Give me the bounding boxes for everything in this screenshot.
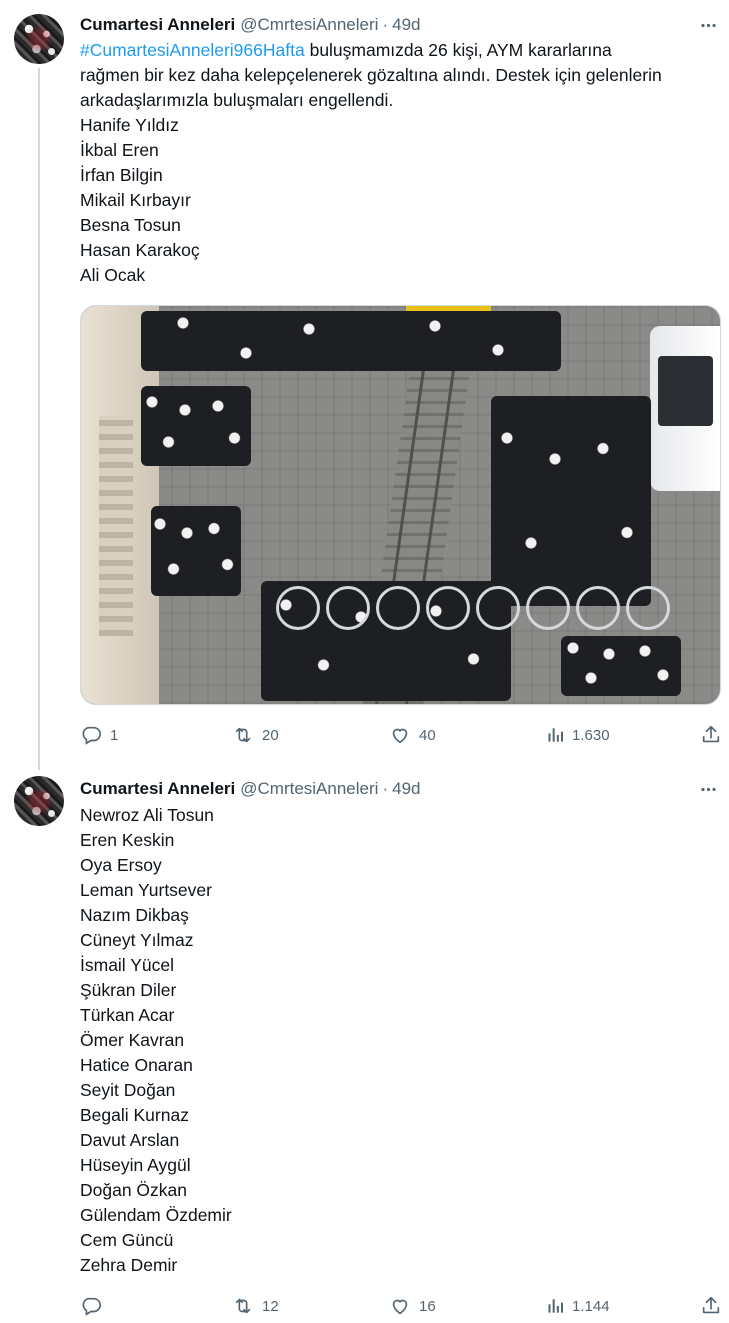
name-list-item: Besna Tosun xyxy=(80,215,181,235)
thread-connector-line xyxy=(38,68,40,770)
more-icon[interactable] xyxy=(697,778,719,800)
heart-icon xyxy=(389,1295,411,1317)
retweet-count: 12 xyxy=(262,1297,279,1315)
reply-icon xyxy=(80,1295,102,1317)
heart-icon xyxy=(389,724,411,746)
name-list-item: Leman Yurtsever xyxy=(80,880,212,900)
name-list-item: Türkan Acar xyxy=(80,1005,175,1025)
more-icon[interactable] xyxy=(697,14,719,36)
name-list-item: Cüneyt Yılmaz xyxy=(80,930,194,950)
name-list-item: Seyit Doğan xyxy=(80,1080,176,1100)
name-list-item: Newroz Ali Tosun xyxy=(80,805,214,825)
retweet-button[interactable]: 12 xyxy=(232,1294,279,1318)
name-list-item: Şükran Diler xyxy=(80,980,177,1000)
name-list-item: Hatice Onaran xyxy=(80,1055,193,1075)
photo-police-group xyxy=(491,396,651,606)
photo-bus xyxy=(650,326,720,491)
share-button[interactable] xyxy=(700,1294,722,1318)
tweet[interactable]: Cumartesi Anneleri @CmrtesiAnneleri · 49… xyxy=(0,0,729,770)
views-chart-icon xyxy=(546,1296,566,1316)
name-list-item: İrfan Bilgin xyxy=(80,165,163,185)
photo-street-decoration xyxy=(276,576,676,646)
tweet-text: Newroz Ali Tosun Eren Keskin Oya Ersoy L… xyxy=(80,803,716,1278)
like-count: 16 xyxy=(419,1297,436,1315)
tweet-text-line: arkadaşlarımızla buluşmaları engellendi. xyxy=(80,90,394,110)
tweet-text-line-0: #CumartesiAnneleri966Hafta buluşmamızda … xyxy=(80,38,716,63)
author-handle[interactable]: @CmrtesiAnneleri xyxy=(240,779,378,799)
tweet-photo[interactable] xyxy=(80,305,721,705)
photo-police-group xyxy=(141,386,251,466)
name-list-item: Eren Keskin xyxy=(80,830,175,850)
share-button[interactable] xyxy=(700,723,722,747)
name-list-item: Begali Kurnaz xyxy=(80,1105,189,1125)
separator-dot: · xyxy=(382,15,389,34)
name-list-item: Ömer Kavran xyxy=(80,1030,185,1050)
name-list-item: Hüseyin Aygül xyxy=(80,1155,191,1175)
name-list-item: Gülendam Özdemir xyxy=(80,1205,232,1225)
name-list-item: İkbal Eren xyxy=(80,140,159,160)
tweet-actions: 1 20 40 1.630 xyxy=(80,723,720,747)
views-button[interactable]: 1.630 xyxy=(546,723,610,747)
author-handle[interactable]: @CmrtesiAnneleri xyxy=(240,15,378,35)
timestamp[interactable]: 49d xyxy=(392,15,420,35)
name-list-item: Nazım Dikbaş xyxy=(80,905,189,925)
tweet-text-line: rağmen bir kez daha kelepçelenerek gözal… xyxy=(80,65,662,85)
tweet-text-fragment: buluşmamızda 26 kişi, AYM kararlarına xyxy=(304,40,612,60)
tweet-actions: 12 16 1.144 xyxy=(80,1294,720,1318)
timestamp[interactable]: 49d xyxy=(392,779,420,799)
name-list-item: Mikail Kırbayır xyxy=(80,190,191,210)
tweet-text: #CumartesiAnneleri966Hafta buluşmamızda … xyxy=(80,38,716,288)
retweet-icon xyxy=(232,1295,254,1317)
name-list-item: Oya Ersoy xyxy=(80,855,162,875)
like-button[interactable]: 40 xyxy=(389,723,436,747)
share-icon xyxy=(700,1295,722,1317)
reply-icon xyxy=(80,724,102,746)
share-icon xyxy=(700,724,722,746)
name-list-item: Davut Arslan xyxy=(80,1130,180,1150)
views-chart-icon xyxy=(546,725,566,745)
name-list-item: Hasan Karakoç xyxy=(80,240,200,260)
tweet-header: Cumartesi Anneleri @CmrtesiAnneleri · 49… xyxy=(80,778,420,800)
tweet-header: Cumartesi Anneleri @CmrtesiAnneleri · 49… xyxy=(80,14,420,36)
name-list-item: Doğan Özkan xyxy=(80,1180,188,1200)
view-count: 1.144 xyxy=(572,1297,610,1315)
avatar[interactable] xyxy=(14,14,64,64)
retweet-count: 20 xyxy=(262,726,279,744)
name-list-item: İsmail Yücel xyxy=(80,955,175,975)
like-count: 40 xyxy=(419,726,436,744)
photo-police-line xyxy=(141,311,561,371)
author-name[interactable]: Cumartesi Anneleri xyxy=(80,779,235,799)
like-button[interactable]: 16 xyxy=(389,1294,436,1318)
photo-bystanders xyxy=(151,506,241,596)
author-name[interactable]: Cumartesi Anneleri xyxy=(80,15,235,35)
retweet-icon xyxy=(232,724,254,746)
avatar[interactable] xyxy=(14,776,64,826)
view-count: 1.630 xyxy=(572,726,610,744)
reply-button[interactable]: 1 xyxy=(80,723,118,747)
name-list-item: Hanife Yıldız xyxy=(80,115,179,135)
tweet[interactable]: Cumartesi Anneleri @CmrtesiAnneleri · 49… xyxy=(0,770,729,1323)
hashtag-link[interactable]: #CumartesiAnneleri966Hafta xyxy=(80,40,305,60)
reply-count: 1 xyxy=(110,726,119,744)
name-list-item: Ali Ocak xyxy=(80,265,146,285)
retweet-button[interactable]: 20 xyxy=(232,723,279,747)
name-list-item: Cem Güncü xyxy=(80,1230,174,1250)
reply-button[interactable] xyxy=(80,1294,102,1318)
name-list-item: Zehra Demir xyxy=(80,1255,178,1275)
views-button[interactable]: 1.144 xyxy=(546,1294,610,1318)
separator-dot: · xyxy=(382,779,389,798)
